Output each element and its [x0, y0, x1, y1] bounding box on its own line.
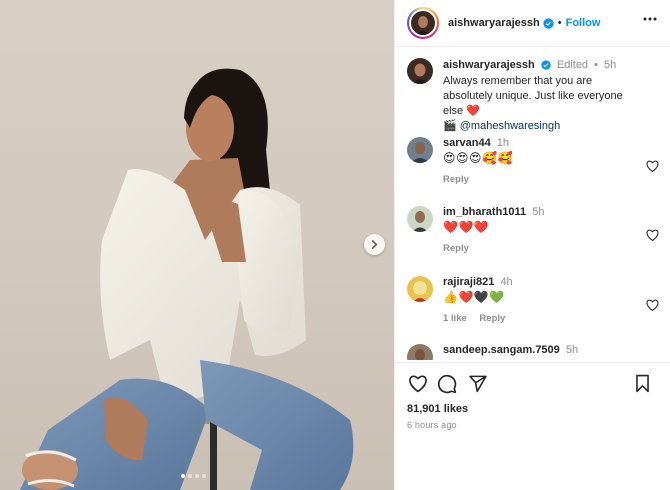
avatar-image [411, 11, 435, 35]
commenter-avatar[interactable] [407, 276, 433, 302]
comment-text: 😍😍😍🥰🥰 [443, 151, 513, 165]
next-slide-button[interactable] [364, 234, 385, 255]
post-timestamp[interactable]: 6 hours ago [407, 420, 457, 430]
heart-emoji: ❤️ [466, 105, 480, 117]
carousel-indicators [181, 474, 206, 478]
heart-icon[interactable] [408, 374, 428, 393]
comment-username[interactable]: sandeep.sangam.7509 [443, 344, 560, 356]
save-icon[interactable] [634, 374, 651, 393]
comment-username[interactable]: rajiraji821 [443, 276, 494, 288]
header-separator: • [557, 17, 562, 29]
author-avatar[interactable] [407, 7, 439, 39]
follow-button[interactable]: Follow [566, 17, 601, 29]
clapper-emoji: 🎬 [443, 120, 457, 132]
commenter-avatar[interactable] [407, 344, 433, 360]
verified-badge-icon [543, 17, 554, 29]
post-actions: 81,901 likes 6 hours ago [395, 362, 670, 430]
comment-text: ❤️❤️❤️ [443, 220, 490, 234]
reply-button[interactable]: Reply [443, 243, 469, 254]
comment-text: 👍❤️🖤💚 [443, 290, 505, 304]
post-photo [20, 68, 354, 490]
author-username[interactable]: aishwaryarajessh [448, 17, 540, 29]
share-icon[interactable] [468, 374, 488, 393]
reply-button[interactable]: Reply [479, 313, 505, 324]
comment-time: 1h [496, 137, 510, 149]
heart-icon[interactable] [646, 160, 659, 172]
commenter-avatar[interactable] [407, 137, 433, 163]
post-sidebar: aishwaryarajessh • Follow aishwaryarajes… [394, 0, 670, 490]
heart-icon[interactable] [646, 299, 659, 311]
carousel-dot [181, 474, 185, 478]
more-options-icon[interactable] [643, 17, 657, 21]
caption-mention[interactable]: @maheshwaresingh [460, 120, 560, 132]
chevron-right-icon [371, 240, 378, 249]
caption-avatar[interactable] [407, 58, 433, 84]
caption-separator: • [594, 59, 598, 71]
comment-time: 5h [532, 206, 545, 218]
post-media[interactable] [0, 0, 394, 490]
comment-username[interactable]: im_bharath1011 [443, 206, 526, 218]
commenter-avatar[interactable] [407, 206, 433, 232]
comment-time: 4h [500, 276, 513, 288]
caption-time: 5h [604, 59, 617, 71]
heart-icon[interactable] [646, 229, 659, 241]
comment-likes[interactable]: 1 like [443, 313, 467, 324]
caption-edited: Edited [556, 59, 589, 71]
carousel-dot [188, 474, 192, 478]
reply-button[interactable]: Reply [443, 174, 469, 185]
carousel-dot [195, 474, 199, 478]
comment-time: 5h [565, 344, 579, 356]
likes-count[interactable]: 81,901 likes [407, 403, 468, 415]
comment-icon[interactable] [437, 374, 457, 394]
carousel-dot [202, 474, 206, 478]
comments-list[interactable]: aishwaryarajessh Edited • 5h Always reme… [395, 48, 670, 360]
comment-username[interactable]: sarvan44 [443, 137, 491, 149]
verified-badge-icon [541, 60, 551, 70]
post-header: aishwaryarajessh • Follow [395, 0, 670, 47]
caption-username[interactable]: aishwaryarajessh [443, 59, 535, 71]
